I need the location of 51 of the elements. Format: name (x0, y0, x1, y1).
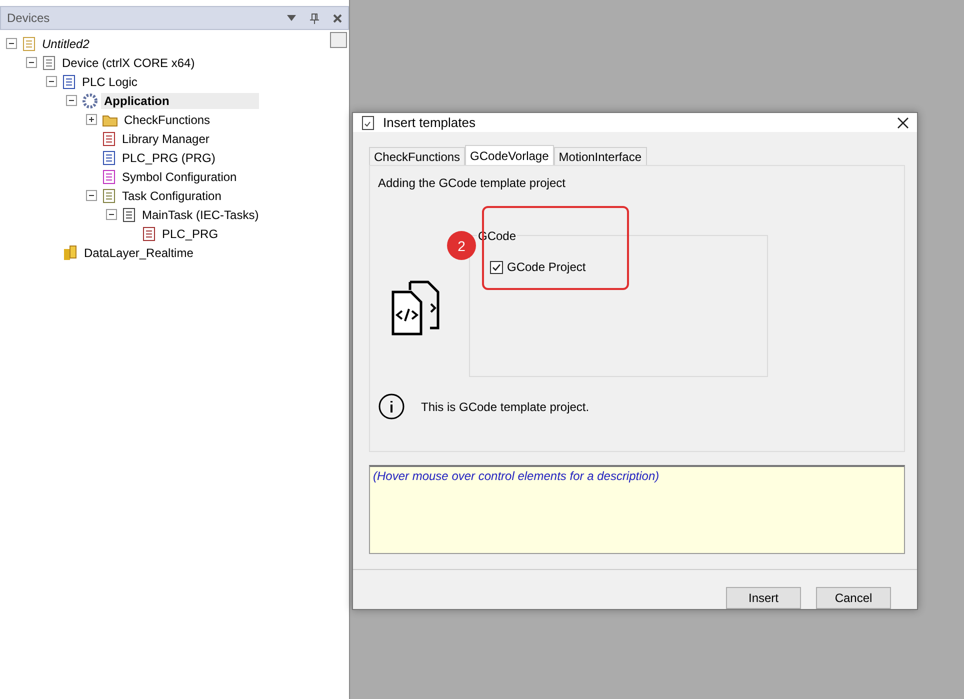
pin-icon[interactable] (310, 12, 319, 24)
folder-icon (102, 112, 118, 126)
cylinder-icon (62, 244, 78, 260)
tree-item[interactable]: PLC_PRG (159, 226, 222, 242)
dialog-button[interactable]: Cancel (816, 587, 891, 609)
tree-item[interactable]: Symbol Configuration (119, 168, 240, 184)
document-icon (122, 206, 136, 222)
tree-item[interactable]: Untitled2 (39, 36, 92, 52)
document-icon (102, 130, 116, 146)
info-text: This is GCode template project. (421, 400, 590, 414)
collapse-icon[interactable] (86, 190, 97, 201)
tree-item[interactable]: Task Configuration (119, 188, 224, 204)
step-badge: 2 (447, 231, 476, 260)
gear-icon (82, 92, 98, 108)
document-icon (62, 74, 76, 90)
collapse-icon[interactable] (66, 95, 77, 106)
checkbox-label: GCode Project (507, 260, 586, 274)
document-icon (102, 150, 116, 166)
collapse-icon[interactable] (26, 57, 37, 68)
info-icon (378, 393, 405, 420)
dropdown-icon[interactable] (287, 15, 296, 21)
collapse-icon[interactable] (106, 209, 117, 220)
tree-item[interactable]: DataLayer_Realtime (81, 244, 196, 260)
collapse-icon[interactable] (6, 38, 17, 49)
heading: Adding the GCode template project (378, 176, 566, 190)
tree-item[interactable]: Device (ctrlX CORE x64) (59, 54, 198, 70)
document-icon (42, 54, 56, 70)
description-text: (Hover mouse over control elements for a description) (373, 469, 660, 483)
collapse-icon[interactable] (46, 76, 57, 87)
code-files-icon (390, 280, 442, 336)
document-icon (142, 226, 156, 242)
checkbox-box[interactable] (490, 260, 503, 274)
tab[interactable]: GCodeVorlage (465, 145, 554, 165)
dialog-button[interactable]: Insert (726, 587, 801, 609)
tab[interactable]: MotionInterface (554, 147, 646, 165)
tree-item[interactable]: PLC_PRG (PRG) (119, 150, 218, 166)
dropdown-button[interactable] (330, 32, 347, 48)
tree-item[interactable]: PLC Logic (79, 74, 140, 90)
tab[interactable]: CheckFunctions (369, 147, 466, 165)
tree-item[interactable]: MainTask (IEC-Tasks) (139, 206, 262, 222)
dialog-title: Insert templates (383, 115, 476, 130)
panel-title: Devices (7, 11, 51, 25)
tree-item[interactable]: Library Manager (119, 130, 212, 146)
tree-item[interactable]: Application (101, 92, 260, 108)
expand-icon[interactable] (86, 114, 97, 125)
document-icon (102, 188, 116, 204)
document-icon (102, 168, 116, 184)
tree-item[interactable]: CheckFunctions (121, 112, 214, 128)
checkbox[interactable]: GCode Project (490, 260, 586, 274)
close-icon[interactable] (897, 116, 909, 128)
document-icon (22, 36, 36, 52)
